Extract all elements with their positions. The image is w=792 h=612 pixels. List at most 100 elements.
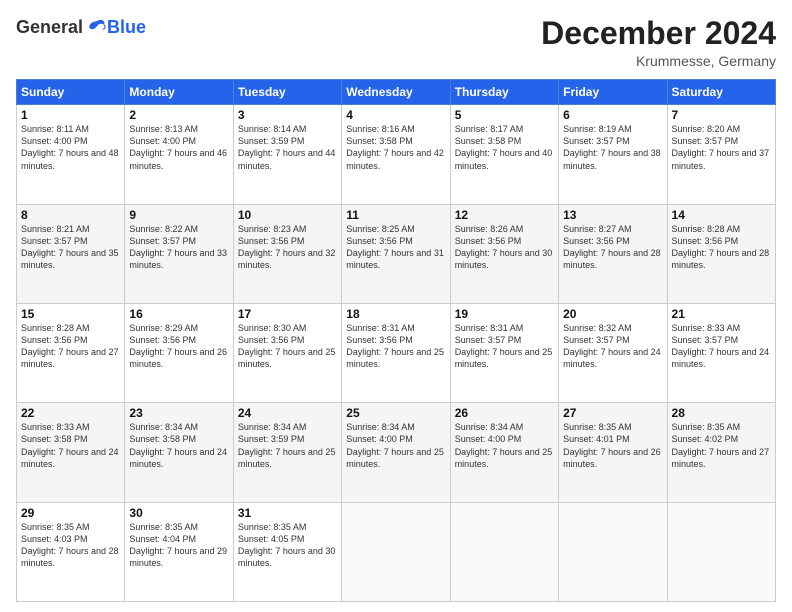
calendar-cell: 30 Sunrise: 8:35 AMSunset: 4:04 PMDaylig…	[125, 502, 233, 601]
day-number: 5	[455, 108, 554, 122]
day-info: Sunrise: 8:19 AMSunset: 3:57 PMDaylight:…	[563, 124, 661, 170]
day-info: Sunrise: 8:35 AMSunset: 4:01 PMDaylight:…	[563, 422, 661, 468]
calendar-cell: 26 Sunrise: 8:34 AMSunset: 4:00 PMDaylig…	[450, 403, 558, 502]
calendar-cell: 4 Sunrise: 8:16 AMSunset: 3:58 PMDayligh…	[342, 105, 450, 204]
day-number: 11	[346, 208, 445, 222]
calendar-cell	[342, 502, 450, 601]
calendar-cell: 18 Sunrise: 8:31 AMSunset: 3:56 PMDaylig…	[342, 303, 450, 402]
day-info: Sunrise: 8:28 AMSunset: 3:56 PMDaylight:…	[672, 224, 770, 270]
calendar-cell: 16 Sunrise: 8:29 AMSunset: 3:56 PMDaylig…	[125, 303, 233, 402]
day-number: 10	[238, 208, 337, 222]
day-of-week-header: Saturday	[667, 80, 775, 105]
day-of-week-header: Friday	[559, 80, 667, 105]
day-of-week-header: Tuesday	[233, 80, 341, 105]
calendar-header-row: SundayMondayTuesdayWednesdayThursdayFrid…	[17, 80, 776, 105]
calendar-cell: 24 Sunrise: 8:34 AMSunset: 3:59 PMDaylig…	[233, 403, 341, 502]
calendar-cell: 8 Sunrise: 8:21 AMSunset: 3:57 PMDayligh…	[17, 204, 125, 303]
day-number: 27	[563, 406, 662, 420]
calendar-cell: 2 Sunrise: 8:13 AMSunset: 4:00 PMDayligh…	[125, 105, 233, 204]
day-info: Sunrise: 8:21 AMSunset: 3:57 PMDaylight:…	[21, 224, 119, 270]
calendar-week-row: 15 Sunrise: 8:28 AMSunset: 3:56 PMDaylig…	[17, 303, 776, 402]
day-info: Sunrise: 8:32 AMSunset: 3:57 PMDaylight:…	[563, 323, 661, 369]
logo-text: General Blue	[16, 16, 146, 38]
calendar-cell: 17 Sunrise: 8:30 AMSunset: 3:56 PMDaylig…	[233, 303, 341, 402]
day-number: 1	[21, 108, 120, 122]
calendar-cell: 15 Sunrise: 8:28 AMSunset: 3:56 PMDaylig…	[17, 303, 125, 402]
calendar-cell: 25 Sunrise: 8:34 AMSunset: 4:00 PMDaylig…	[342, 403, 450, 502]
day-of-week-header: Thursday	[450, 80, 558, 105]
day-info: Sunrise: 8:31 AMSunset: 3:57 PMDaylight:…	[455, 323, 553, 369]
day-number: 25	[346, 406, 445, 420]
calendar-cell	[667, 502, 775, 601]
calendar-cell: 9 Sunrise: 8:22 AMSunset: 3:57 PMDayligh…	[125, 204, 233, 303]
location: Krummesse, Germany	[541, 53, 776, 69]
day-number: 18	[346, 307, 445, 321]
day-number: 26	[455, 406, 554, 420]
day-number: 23	[129, 406, 228, 420]
day-info: Sunrise: 8:22 AMSunset: 3:57 PMDaylight:…	[129, 224, 227, 270]
calendar-week-row: 1 Sunrise: 8:11 AMSunset: 4:00 PMDayligh…	[17, 105, 776, 204]
calendar-week-row: 22 Sunrise: 8:33 AMSunset: 3:58 PMDaylig…	[17, 403, 776, 502]
calendar-cell: 12 Sunrise: 8:26 AMSunset: 3:56 PMDaylig…	[450, 204, 558, 303]
day-number: 31	[238, 506, 337, 520]
calendar-cell: 27 Sunrise: 8:35 AMSunset: 4:01 PMDaylig…	[559, 403, 667, 502]
calendar-table: SundayMondayTuesdayWednesdayThursdayFrid…	[16, 79, 776, 602]
day-info: Sunrise: 8:11 AMSunset: 4:00 PMDaylight:…	[21, 124, 119, 170]
calendar-cell: 31 Sunrise: 8:35 AMSunset: 4:05 PMDaylig…	[233, 502, 341, 601]
day-number: 8	[21, 208, 120, 222]
day-info: Sunrise: 8:14 AMSunset: 3:59 PMDaylight:…	[238, 124, 336, 170]
day-info: Sunrise: 8:31 AMSunset: 3:56 PMDaylight:…	[346, 323, 444, 369]
day-number: 6	[563, 108, 662, 122]
calendar-cell	[450, 502, 558, 601]
day-info: Sunrise: 8:34 AMSunset: 3:58 PMDaylight:…	[129, 422, 227, 468]
day-of-week-header: Wednesday	[342, 80, 450, 105]
page-header: General Blue December 2024 Krummesse, Ge…	[16, 16, 776, 69]
calendar-cell: 19 Sunrise: 8:31 AMSunset: 3:57 PMDaylig…	[450, 303, 558, 402]
day-number: 13	[563, 208, 662, 222]
calendar-cell: 13 Sunrise: 8:27 AMSunset: 3:56 PMDaylig…	[559, 204, 667, 303]
calendar-cell: 10 Sunrise: 8:23 AMSunset: 3:56 PMDaylig…	[233, 204, 341, 303]
calendar-cell: 1 Sunrise: 8:11 AMSunset: 4:00 PMDayligh…	[17, 105, 125, 204]
day-number: 20	[563, 307, 662, 321]
day-info: Sunrise: 8:35 AMSunset: 4:03 PMDaylight:…	[21, 522, 119, 568]
month-title: December 2024	[541, 16, 776, 51]
calendar-cell: 14 Sunrise: 8:28 AMSunset: 3:56 PMDaylig…	[667, 204, 775, 303]
logo: General Blue	[16, 16, 146, 38]
calendar-cell: 28 Sunrise: 8:35 AMSunset: 4:02 PMDaylig…	[667, 403, 775, 502]
day-info: Sunrise: 8:35 AMSunset: 4:04 PMDaylight:…	[129, 522, 227, 568]
day-info: Sunrise: 8:29 AMSunset: 3:56 PMDaylight:…	[129, 323, 227, 369]
day-number: 9	[129, 208, 228, 222]
day-info: Sunrise: 8:34 AMSunset: 3:59 PMDaylight:…	[238, 422, 336, 468]
day-info: Sunrise: 8:35 AMSunset: 4:02 PMDaylight:…	[672, 422, 770, 468]
day-of-week-header: Monday	[125, 80, 233, 105]
day-number: 7	[672, 108, 771, 122]
day-info: Sunrise: 8:17 AMSunset: 3:58 PMDaylight:…	[455, 124, 553, 170]
day-info: Sunrise: 8:30 AMSunset: 3:56 PMDaylight:…	[238, 323, 336, 369]
calendar-cell: 3 Sunrise: 8:14 AMSunset: 3:59 PMDayligh…	[233, 105, 341, 204]
logo-blue: Blue	[107, 17, 146, 38]
calendar-cell: 23 Sunrise: 8:34 AMSunset: 3:58 PMDaylig…	[125, 403, 233, 502]
day-number: 28	[672, 406, 771, 420]
day-number: 14	[672, 208, 771, 222]
day-number: 4	[346, 108, 445, 122]
logo-general: General	[16, 17, 83, 38]
day-number: 30	[129, 506, 228, 520]
day-number: 2	[129, 108, 228, 122]
day-info: Sunrise: 8:33 AMSunset: 3:58 PMDaylight:…	[21, 422, 119, 468]
logo-bird-icon	[85, 16, 107, 38]
day-info: Sunrise: 8:23 AMSunset: 3:56 PMDaylight:…	[238, 224, 336, 270]
calendar-cell: 11 Sunrise: 8:25 AMSunset: 3:56 PMDaylig…	[342, 204, 450, 303]
day-info: Sunrise: 8:34 AMSunset: 4:00 PMDaylight:…	[346, 422, 444, 468]
day-info: Sunrise: 8:35 AMSunset: 4:05 PMDaylight:…	[238, 522, 336, 568]
calendar-cell: 6 Sunrise: 8:19 AMSunset: 3:57 PMDayligh…	[559, 105, 667, 204]
day-number: 29	[21, 506, 120, 520]
day-info: Sunrise: 8:13 AMSunset: 4:00 PMDaylight:…	[129, 124, 227, 170]
calendar-cell: 7 Sunrise: 8:20 AMSunset: 3:57 PMDayligh…	[667, 105, 775, 204]
day-number: 24	[238, 406, 337, 420]
title-area: December 2024 Krummesse, Germany	[541, 16, 776, 69]
day-number: 12	[455, 208, 554, 222]
day-number: 19	[455, 307, 554, 321]
calendar-cell	[559, 502, 667, 601]
calendar-cell: 21 Sunrise: 8:33 AMSunset: 3:57 PMDaylig…	[667, 303, 775, 402]
day-info: Sunrise: 8:26 AMSunset: 3:56 PMDaylight:…	[455, 224, 553, 270]
